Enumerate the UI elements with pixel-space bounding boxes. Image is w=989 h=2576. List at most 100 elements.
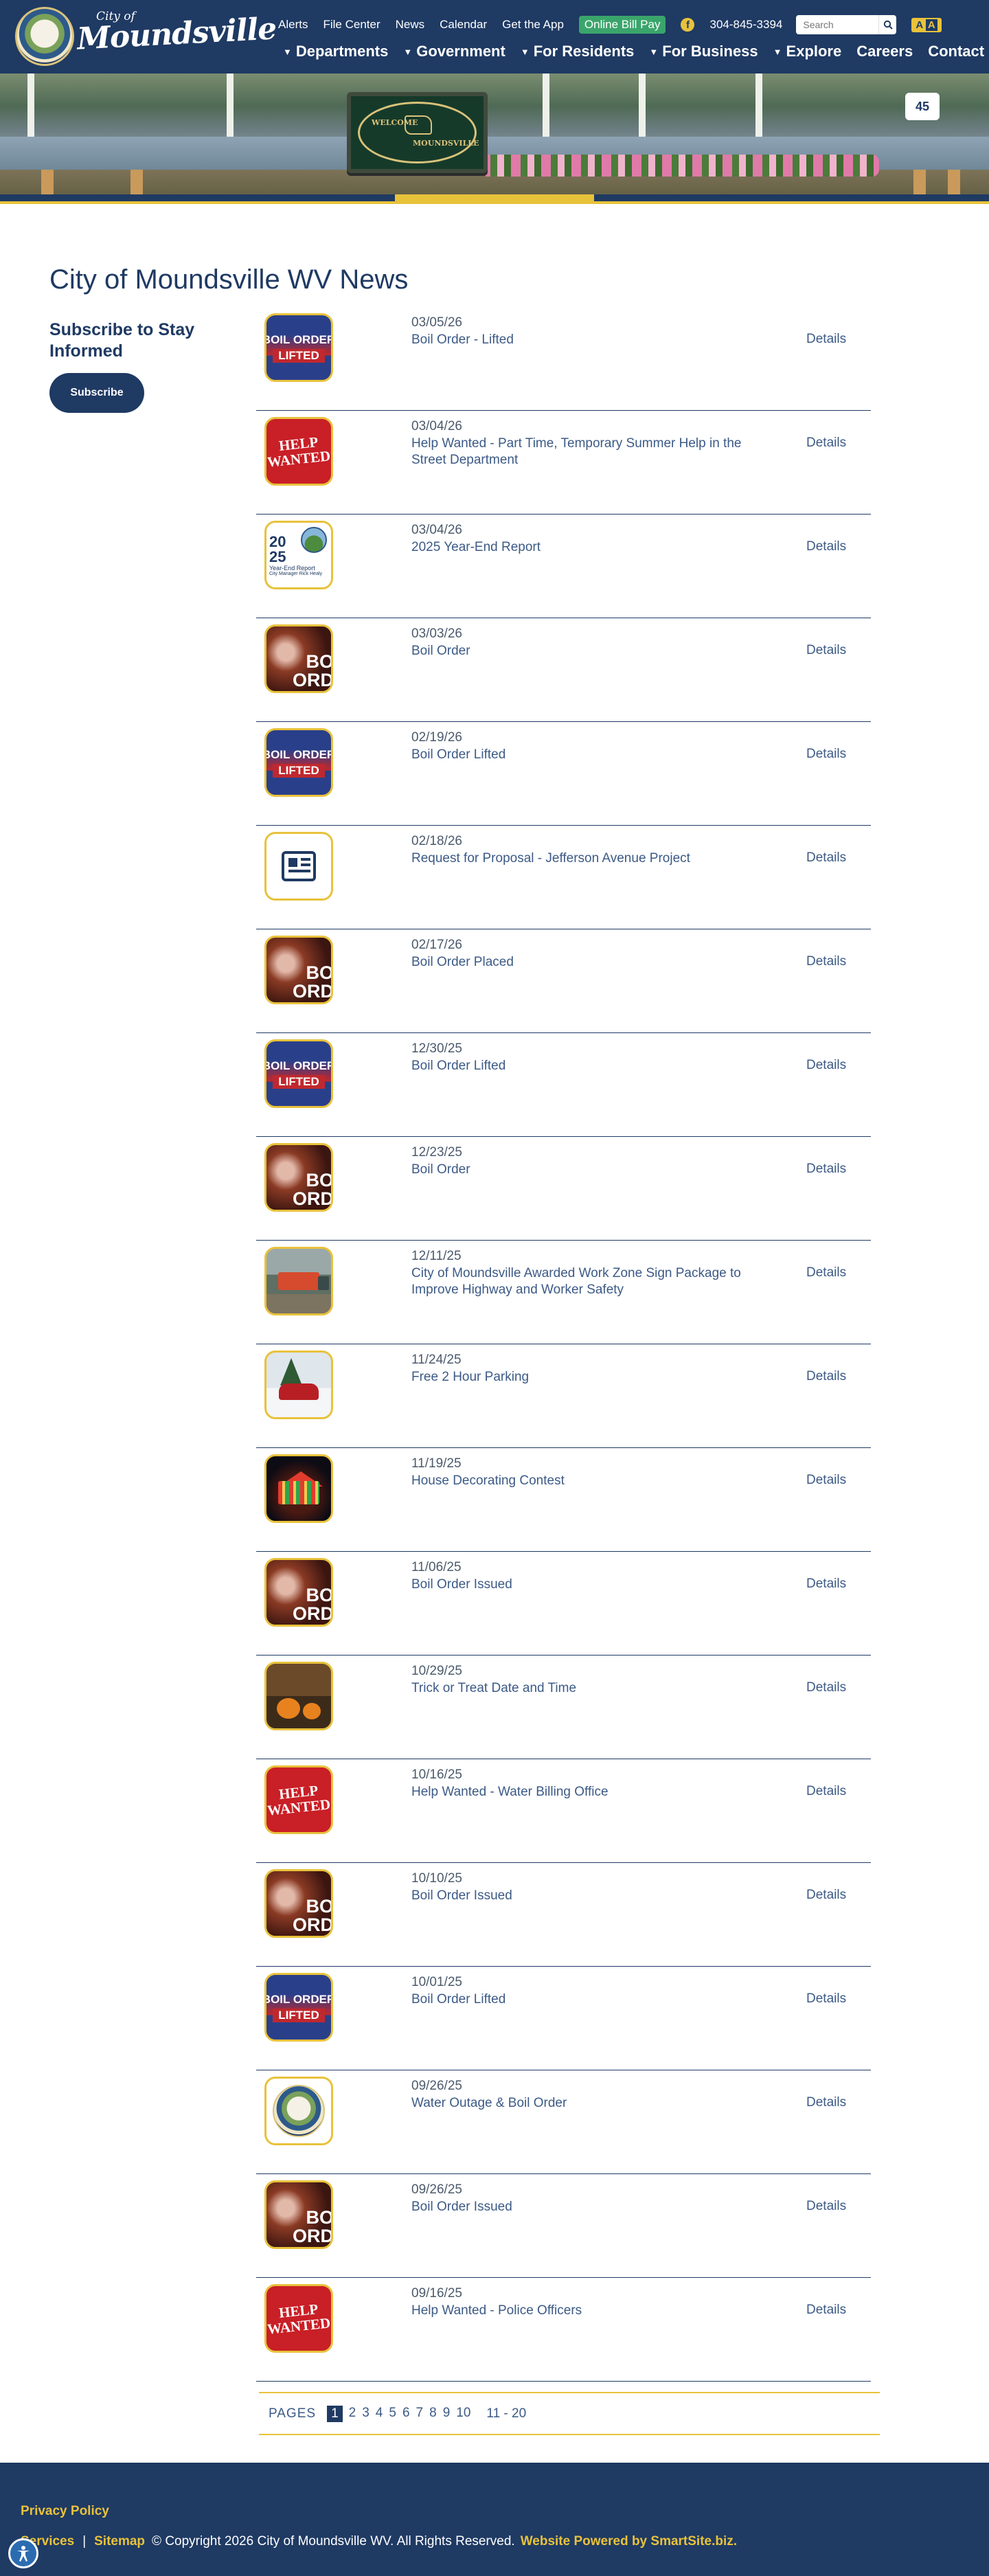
news-details-link[interactable]: Details bbox=[806, 1058, 846, 1073]
news-details-link[interactable]: Details bbox=[806, 747, 846, 762]
page-link[interactable]: 8 bbox=[429, 2406, 437, 2422]
news-date: 11/06/25 bbox=[411, 1560, 462, 1574]
boil-order-thumbnail[interactable]: BO ORD bbox=[264, 936, 333, 1004]
facebook-icon[interactable]: f bbox=[681, 18, 695, 32]
nav-departments[interactable]: ▼ Departments bbox=[283, 43, 388, 60]
page-link[interactable]: 7 bbox=[416, 2406, 424, 2422]
news-title-link[interactable]: Boil Order Issued bbox=[411, 1577, 769, 1593]
news-title-link[interactable]: Free 2 Hour Parking bbox=[411, 1369, 769, 1386]
city-seal-thumbnail[interactable] bbox=[264, 2077, 333, 2145]
page-link[interactable]: 5 bbox=[389, 2406, 396, 2422]
boil-order-thumbnail[interactable]: BO ORD bbox=[264, 1869, 333, 1938]
pumpkins-thumbnail[interactable] bbox=[264, 1662, 333, 1730]
utility-link-news[interactable]: News bbox=[396, 18, 425, 32]
news-details-link[interactable]: Details bbox=[806, 1473, 846, 1488]
boil-order-lifted-thumbnail[interactable]: BOIL ORDER LIFTED bbox=[264, 728, 333, 797]
nav-contact[interactable]: Contact bbox=[928, 43, 984, 60]
news-details-link[interactable]: Details bbox=[806, 1577, 846, 1592]
page-link[interactable]: 10 bbox=[456, 2406, 470, 2422]
nav-for-business[interactable]: ▼ For Business bbox=[649, 43, 758, 60]
news-title-link[interactable]: Boil Order Lifted bbox=[411, 747, 769, 763]
boil-order-thumbnail[interactable]: BO ORD bbox=[264, 2180, 333, 2249]
news-title-link[interactable]: Boil Order Issued bbox=[411, 1888, 769, 1904]
news-title-link[interactable]: 2025 Year-End Report bbox=[411, 539, 769, 556]
newspaper-icon[interactable] bbox=[264, 832, 333, 901]
news-details-link[interactable]: Details bbox=[806, 1888, 846, 1903]
boil-order-lifted-thumbnail[interactable]: BOIL ORDER LIFTED bbox=[264, 1039, 333, 1108]
phone-link[interactable]: 304-845-3394 bbox=[709, 18, 782, 32]
nav-for-residents[interactable]: ▼ For Residents bbox=[521, 43, 635, 60]
news-title-link[interactable]: City of Moundsville Awarded Work Zone Si… bbox=[411, 1265, 769, 1298]
news-title-link[interactable]: Boil Order - Lifted bbox=[411, 332, 769, 348]
online-bill-pay-button[interactable]: Online Bill Pay bbox=[578, 16, 666, 34]
news-title-link[interactable]: Boil Order bbox=[411, 1162, 769, 1178]
news-details-link[interactable]: Details bbox=[806, 1265, 846, 1280]
news-title-link[interactable]: Water Outage & Boil Order bbox=[411, 2095, 769, 2112]
sitemap-link[interactable]: Sitemap bbox=[94, 2534, 145, 2549]
boil-order-lifted-thumbnail[interactable]: BOIL ORDER LIFTED bbox=[264, 1973, 333, 2042]
news-details-link[interactable]: Details bbox=[806, 1369, 846, 1384]
year-end-report-thumbnail[interactable]: 20 25 Year-End Report City Manager Rick Hea… bbox=[264, 521, 333, 589]
snowy-car-thumbnail[interactable] bbox=[264, 1351, 333, 1419]
news-title-link[interactable]: Help Wanted - Police Officers bbox=[411, 2303, 769, 2319]
news-details-link[interactable]: Details bbox=[806, 1991, 846, 2007]
utility-link-calendar[interactable]: Calendar bbox=[440, 18, 487, 32]
search-input[interactable] bbox=[796, 15, 879, 34]
news-date: 03/04/26 bbox=[411, 419, 462, 433]
page-link[interactable]: 6 bbox=[402, 2406, 410, 2422]
nav-careers[interactable]: Careers bbox=[856, 43, 913, 60]
news-details-link[interactable]: Details bbox=[806, 2303, 846, 2318]
subscribe-button[interactable]: Subscribe bbox=[49, 373, 144, 413]
pumpkin-shape bbox=[277, 1698, 300, 1719]
news-title-link[interactable]: Boil Order Issued bbox=[411, 2199, 769, 2215]
boil-order-thumbnail[interactable]: BO ORD bbox=[264, 1143, 333, 1212]
search-icon[interactable] bbox=[878, 15, 897, 34]
utility-link-alerts[interactable]: Alerts bbox=[278, 18, 308, 32]
page-link[interactable]: 2 bbox=[349, 2406, 356, 2422]
page-link[interactable]: 9 bbox=[443, 2406, 451, 2422]
news-title-link[interactable]: Boil Order Placed bbox=[411, 954, 769, 971]
boil-order-thumbnail[interactable]: BO ORD bbox=[264, 1558, 333, 1627]
utility-link-file-center[interactable]: File Center bbox=[323, 18, 380, 32]
privacy-policy-link[interactable]: Privacy Policy bbox=[21, 2504, 109, 2519]
news-details-link[interactable]: Details bbox=[806, 954, 846, 969]
news-title-link[interactable]: Trick or Treat Date and Time bbox=[411, 1680, 769, 1697]
boil-order-thumbnail[interactable]: BO ORD bbox=[264, 624, 333, 693]
page-current[interactable]: 1 bbox=[327, 2405, 343, 2422]
news-details-link[interactable]: Details bbox=[806, 332, 846, 347]
news-details-link[interactable]: Details bbox=[806, 1784, 846, 1799]
page-link[interactable]: 3 bbox=[362, 2406, 370, 2422]
boil-order-lifted-thumbnail[interactable]: BOIL ORDER LIFTED bbox=[264, 313, 333, 382]
text-size-button[interactable]: A A bbox=[911, 17, 942, 32]
help-wanted-thumbnail[interactable]: HELP WANTED bbox=[264, 1765, 333, 1834]
news-details-link[interactable]: Details bbox=[806, 2095, 846, 2110]
news-title-link[interactable]: Help Wanted - Part Time, Temporary Summe… bbox=[411, 436, 769, 468]
news-title-link[interactable]: Boil Order Lifted bbox=[411, 1991, 769, 2008]
page-link[interactable]: 4 bbox=[376, 2406, 383, 2422]
news-details-link[interactable]: Details bbox=[806, 850, 846, 866]
news-details-link[interactable]: Details bbox=[806, 2199, 846, 2214]
help-wanted-thumbnail[interactable]: HELP WANTED bbox=[264, 2284, 333, 2353]
news-item: BO ORD 12/23/25 Boil Order Details bbox=[256, 1137, 871, 1241]
work-zone-truck-thumbnail[interactable] bbox=[264, 1247, 333, 1315]
news-details-link[interactable]: Details bbox=[806, 1680, 846, 1695]
decorated-house-thumbnail[interactable] bbox=[264, 1454, 333, 1523]
news-details-link[interactable]: Details bbox=[806, 1162, 846, 1177]
news-title-link[interactable]: Request for Proposal - Jefferson Avenue … bbox=[411, 850, 769, 867]
slider-active-indicator[interactable] bbox=[395, 194, 594, 201]
help-wanted-thumbnail[interactable]: HELP WANTED bbox=[264, 417, 333, 486]
news-details-link[interactable]: Details bbox=[806, 643, 846, 658]
utility-link-get-the-app[interactable]: Get the App bbox=[502, 18, 564, 32]
accessibility-icon[interactable] bbox=[8, 2538, 38, 2568]
news-details-link[interactable]: Details bbox=[806, 539, 846, 554]
news-title-link[interactable]: Boil Order Lifted bbox=[411, 1058, 769, 1074]
smartsite-link[interactable]: Website Powered by SmartSite.biz. bbox=[521, 2534, 737, 2549]
nav-explore[interactable]: ▼ Explore bbox=[773, 43, 842, 60]
nav-government[interactable]: ▼ Government bbox=[403, 43, 505, 60]
city-seal-logo[interactable] bbox=[15, 7, 74, 66]
next-page-range-link[interactable]: 11 - 20 bbox=[486, 2406, 526, 2421]
news-title-link[interactable]: House Decorating Contest bbox=[411, 1473, 769, 1489]
news-details-link[interactable]: Details bbox=[806, 436, 846, 451]
news-title-link[interactable]: Boil Order bbox=[411, 643, 769, 659]
news-title-link[interactable]: Help Wanted - Water Billing Office bbox=[411, 1784, 769, 1800]
